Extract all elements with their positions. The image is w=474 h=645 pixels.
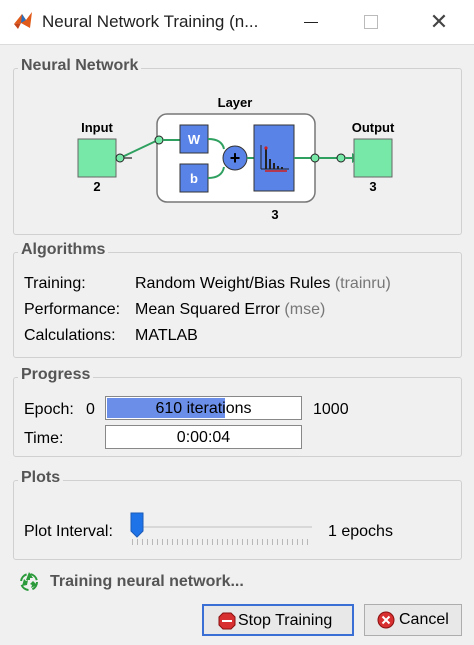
minimize-icon <box>304 21 318 23</box>
output-label: Output <box>352 120 395 135</box>
plot-interval-slider-thumb[interactable] <box>130 512 144 538</box>
performance-label: Performance: <box>24 301 121 318</box>
weight-label: W <box>188 132 201 147</box>
epoch-max: 1000 <box>313 401 349 418</box>
algorithms-title: Algorithms <box>18 241 109 259</box>
cancel-label: Cancel <box>399 611 449 628</box>
stop-training-button[interactable]: Stop Training <box>202 604 354 636</box>
input-label: Input <box>81 120 113 135</box>
plots-panel: Plots Plot Interval: 1 epochs <box>13 469 462 560</box>
algorithms-panel: Algorithms Training: Random Weight/Bias … <box>13 241 462 358</box>
neural-network-panel: Neural Network Input 2 Layer 3 W b + Out… <box>13 57 462 235</box>
time-label: Time: <box>24 430 64 447</box>
output-block <box>353 138 393 178</box>
svg-text:+: + <box>230 148 241 168</box>
network-diagram: Input 2 Layer 3 W b + Output 3 <box>77 95 395 222</box>
epoch-progress-text: 610 iterations <box>155 400 252 417</box>
performance-abbr: (mse) <box>284 301 326 318</box>
layer-size: 3 <box>271 207 278 222</box>
layer-label: Layer <box>218 95 253 110</box>
time-progress-bar: 0:00:04 <box>105 425 302 449</box>
progress-title: Progress <box>18 366 94 384</box>
performance-value: Mean Squared Error <box>135 301 280 318</box>
epoch-min: 0 <box>86 401 95 418</box>
window-title: Neural Network Training (n... <box>42 12 259 31</box>
status-text: Training neural network... <box>50 573 244 590</box>
recycle-icon <box>20 572 38 591</box>
stop-training-label: Stop Training <box>238 612 333 629</box>
minimize-button[interactable] <box>288 6 334 38</box>
close-icon: ✕ <box>429 9 449 34</box>
training-value: Random Weight/Bias Rules <box>135 275 331 292</box>
calculations-value: MATLAB <box>135 327 198 344</box>
calculations-label: Calculations: <box>24 327 116 344</box>
input-size: 2 <box>93 179 100 194</box>
input-block <box>77 138 117 178</box>
cancel-icon <box>377 611 395 629</box>
cancel-button[interactable]: Cancel <box>364 604 462 636</box>
epoch-progress-bar: 610 iterations <box>105 396 302 420</box>
training-label: Training: <box>24 275 86 292</box>
plots-title: Plots <box>18 469 64 487</box>
plot-interval-label: Plot Interval: <box>24 523 113 540</box>
output-size: 3 <box>369 179 376 194</box>
stop-icon <box>218 612 236 630</box>
matlab-icon <box>14 12 32 29</box>
title-bar: Neural Network Training (n... ✕ <box>0 0 474 45</box>
training-abbr: (trainru) <box>334 275 391 292</box>
epoch-label: Epoch: <box>24 401 74 418</box>
time-progress-text: 0:00:04 <box>176 429 231 446</box>
bias-label: b <box>190 171 198 186</box>
plot-interval-ticks <box>132 539 312 545</box>
plot-interval-value: 1 epochs <box>328 523 393 540</box>
maximize-button[interactable] <box>348 6 394 38</box>
progress-panel: Progress Epoch: 0 610 iterations 1000 Ti… <box>13 366 462 457</box>
maximize-icon <box>364 15 378 29</box>
close-button[interactable]: ✕ <box>416 6 462 38</box>
transfer-function-block <box>253 124 295 192</box>
plot-interval-track[interactable] <box>132 526 312 528</box>
